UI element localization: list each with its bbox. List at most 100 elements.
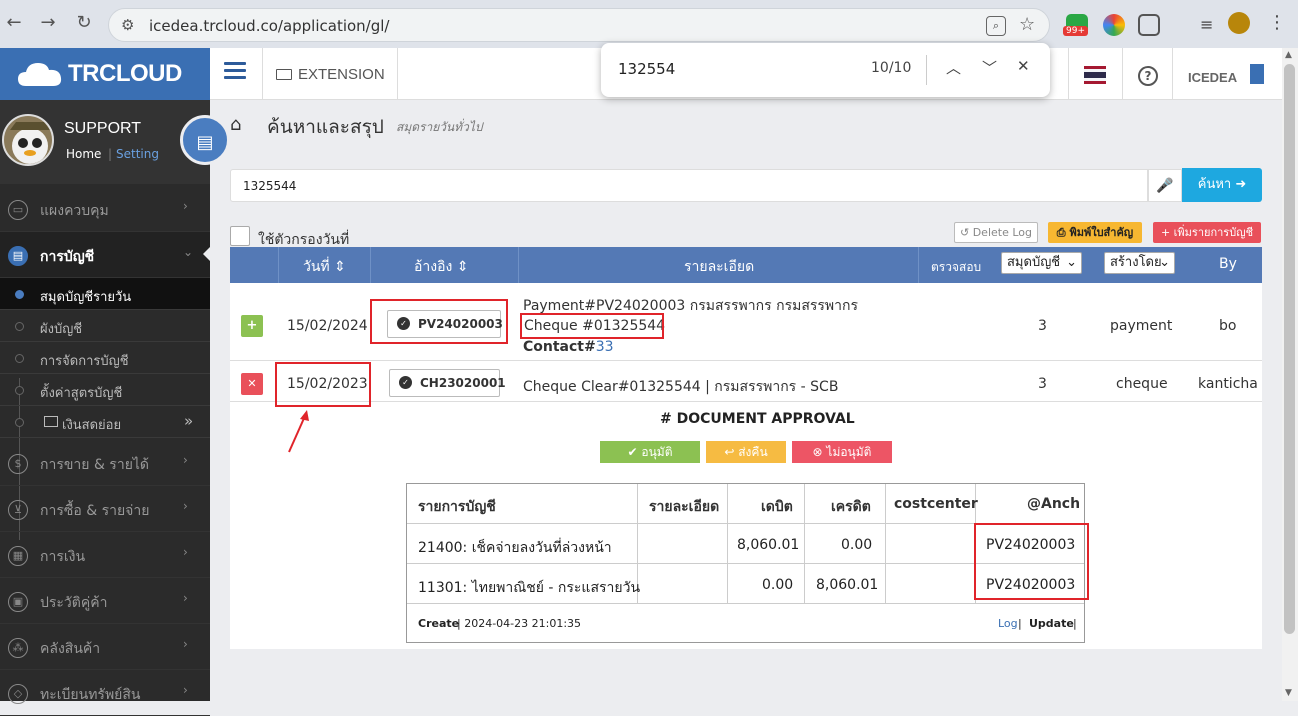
brand-logo[interactable]: TRCLOUD [0,48,210,100]
search-input[interactable] [231,170,1147,201]
hamburger-menu-icon[interactable] [224,62,246,80]
id-card-icon [44,416,58,427]
home-link[interactable]: Home [66,147,101,161]
scrollbar-thumb[interactable] [1284,64,1295,634]
log-link[interactable]: Log [998,617,1018,630]
col-debit: เดบิต [761,499,793,515]
creator-filter-select[interactable]: สร้างโดย ⌄ [1104,252,1175,274]
ref-button[interactable]: ✓ CH23020001 [389,369,506,397]
expand-row-button[interactable]: + [241,315,263,337]
brand-name: TRCLOUD [68,60,182,87]
approve-button[interactable]: ✔ อนุมัติ [600,441,700,463]
sidebar-item-assets[interactable]: ◇ ทะเบียนทรัพย์สิน › [0,670,210,716]
sidebar-item-accounting[interactable]: ▤ การบัญชี ⌄ [0,232,211,278]
row-journal: payment [1110,318,1173,334]
extension-menu[interactable]: EXTENSION [276,66,385,83]
row-by: kanticha [1198,376,1258,392]
reject-button[interactable]: ⊗ ไม่อนุมัติ [792,441,892,463]
company-name[interactable]: ICEDEA [1188,70,1237,85]
puzzle-extensions-icon[interactable] [1138,14,1160,36]
account-name: 11301: ไทยพาณิชย์ - กระแสรายวัน [418,580,641,596]
sidebar-item-dashboard[interactable]: ▭ แผงควบคุม › [0,186,210,232]
collapse-row-button[interactable]: ✕ [241,373,263,395]
find-in-page-bar: 132554 10/10 ︿ ﹀ ✕ [601,43,1050,97]
chevron-right-icon: › [183,637,188,651]
reload-icon[interactable]: ↻ [72,12,96,33]
home-icon[interactable]: ⌂ [230,114,241,135]
find-next-icon[interactable]: ﹀ [982,57,997,78]
journal-table-header: วันที่ ⇕ อ้างอิง ⇕ รายละเอียด ตรวจสอบ สม… [230,247,1262,283]
debit-value: 8,060.01 [737,537,800,553]
sort-icon: ⇕ [334,259,346,275]
sidebar-item-contacts[interactable]: ▣ ประวัติคู่ค้า › [0,578,210,624]
col-date[interactable]: วันที่ ⇕ [303,256,346,278]
sidebar-subitem-chart-of-accounts[interactable]: ผังบัญชี [0,310,210,342]
reply-icon: ↩ [724,445,735,459]
avatar[interactable] [2,114,54,166]
media-controls-icon[interactable]: ≡ [1200,15,1213,34]
journal-filter-select[interactable]: สมุดบัญชี ⌄ [1001,252,1082,274]
row-by: bo [1219,318,1237,334]
update-link[interactable]: Update [1029,617,1074,630]
search-button[interactable]: ค้นหา ➜ [1182,168,1262,202]
address-bar[interactable]: ⚙ icedea.trcloud.co/application/gl/ ⌕ ☆ [108,8,1050,42]
microphone-icon[interactable]: 🎤 [1148,169,1182,202]
sidebar-subitem-account-management[interactable]: การจัดการบัญชี [0,342,210,374]
contact-link[interactable]: 33 [596,339,614,355]
find-close-icon[interactable]: ✕ [1017,57,1030,75]
row-journal: cheque [1116,376,1168,392]
date-filter-checkbox[interactable] [230,226,250,246]
building-icon [1250,64,1264,84]
delete-log-button[interactable]: ↺ Delete Log [954,222,1038,243]
bookmark-star-icon[interactable]: ☆ [1019,14,1035,35]
arrow-circle-right-icon: ➜ [1235,177,1247,192]
sidebar-item-inventory[interactable]: ⁂ คลังสินค้า › [0,624,210,670]
document-approval-title: # DOCUMENT APPROVAL [660,411,855,427]
plus-icon: + [1160,226,1171,239]
row-check: 3 [1038,376,1047,392]
sidebar-item-purchases[interactable]: ⊻ การซื้อ & รายจ่าย › [0,486,210,532]
col-ref[interactable]: อ้างอิง ⇕ [414,256,469,278]
user-panel: SUPPORT Home | Setting [0,100,210,184]
sidebar-item-sales[interactable]: $ การขาย & รายได้ › [0,440,210,486]
browser-menu-icon[interactable]: ⋮ [1268,12,1286,33]
highlight-date-box [275,362,371,407]
create-timestamp: | 2024-04-23 21:01:35 [457,617,582,630]
sidebar: SUPPORT Home | Setting ▭ แผงควบคุม › ▤ ก… [0,100,211,716]
col-by: By [1219,256,1237,272]
profile-avatar-icon[interactable] [1228,12,1250,34]
google-lens-icon[interactable]: ⌕ [986,16,1006,36]
chevron-right-icon: › [183,545,188,559]
find-match-count: 10/10 [871,60,912,76]
print-voucher-button[interactable]: ⎙ พิมพ์ใบสำคัญ [1048,222,1142,243]
add-entry-button[interactable]: + เพิ่มรายการบัญชี [1153,222,1261,243]
col-detail: รายละเอียด [684,259,755,275]
sort-icon: ⇕ [456,259,469,275]
back-icon[interactable]: ← [2,12,26,33]
search-field[interactable] [230,169,1148,202]
color-picker-extension-icon[interactable] [1103,14,1125,36]
return-button[interactable]: ↩ ส่งคืน [706,441,786,463]
help-icon[interactable]: ? [1138,66,1158,86]
find-input[interactable]: 132554 [618,60,675,78]
sidebar-subitem-daily-journal[interactable]: สมุดบัญชีรายวัน [0,278,210,310]
sidebar-item-finance[interactable]: ▦ การเงิน › [0,532,210,578]
browser-toolbar: ← → ↻ ⚙ icedea.trcloud.co/application/gl… [0,0,1298,48]
debit-value: 0.00 [762,577,794,593]
dollar-icon: $ [8,454,28,474]
find-previous-icon[interactable]: ︿ [946,57,961,78]
chevron-right-icon: › [183,499,188,513]
journal-book-icon[interactable]: ▤ [180,115,230,165]
chevron-right-icon: › [183,199,188,213]
sidebar-subitem-account-formula[interactable]: ตั้งค่าสูตรบัญชี [0,374,210,406]
site-settings-icon[interactable]: ⚙ [121,16,134,34]
forward-icon[interactable]: → [36,12,60,33]
row-detail-line1: Cheque Clear#01325544 | กรมสรรพากร - SCB [523,379,839,395]
calendar-icon: ▦ [8,546,28,566]
col-anch: @Anch [1027,496,1081,512]
setting-link[interactable]: Setting [116,147,159,161]
scroll-down-icon[interactable]: ▼ [1285,688,1292,698]
thai-flag-icon[interactable] [1084,66,1106,84]
scroll-up-icon[interactable]: ▲ [1285,50,1292,60]
sidebar-subitem-petty-cash[interactable]: เงินสดย่อย » [0,406,210,438]
